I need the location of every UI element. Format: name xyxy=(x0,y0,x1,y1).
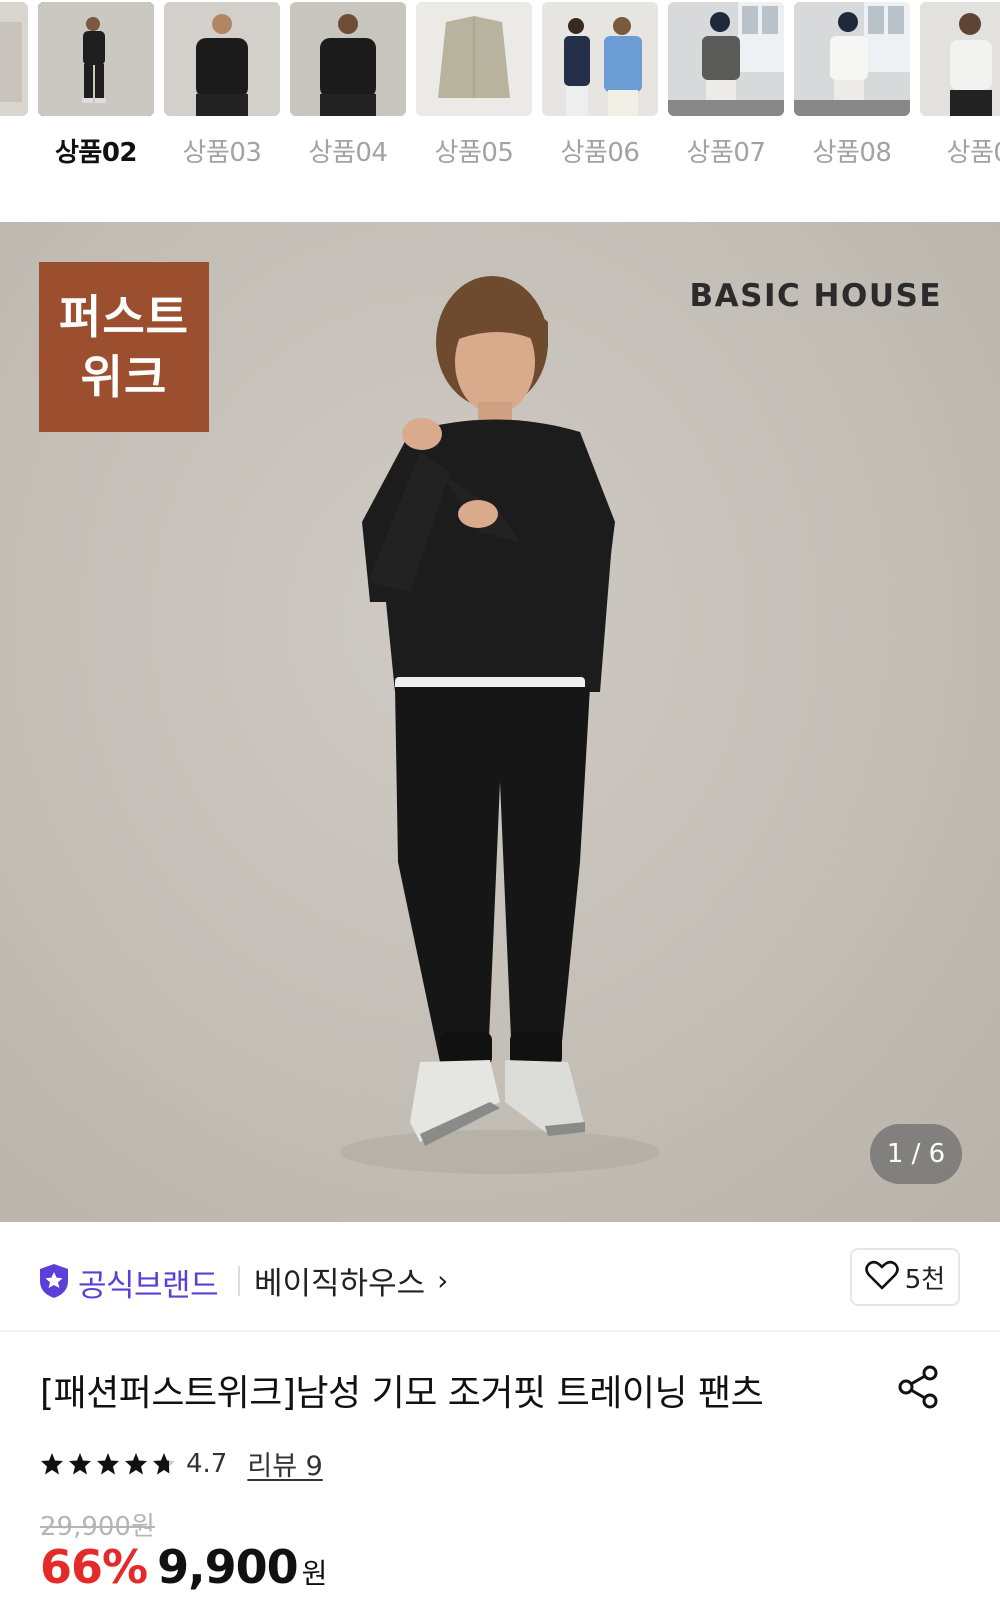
thumbnail-label: 상품04 xyxy=(308,138,388,168)
price-row: 66% 9,900 원 xyxy=(40,1540,327,1594)
rating-row: 4.7 리뷰 9 xyxy=(40,1444,323,1483)
thumbnail-label: 상품07 xyxy=(686,138,766,168)
thumbnail-item[interactable]: 상품03 xyxy=(164,2,280,169)
first-week-badge: 퍼스트 위크 xyxy=(39,262,209,432)
star-half-icon xyxy=(153,1452,175,1474)
rating-value: 4.7 xyxy=(186,1448,228,1479)
star-icon xyxy=(69,1452,91,1474)
thumbnail-image xyxy=(164,2,280,116)
thumbnail-item-active[interactable]: 상품02 xyxy=(38,2,154,169)
divider xyxy=(238,1266,240,1296)
thumbnail-label: 상품06 xyxy=(560,138,640,168)
thumbnail-image xyxy=(290,2,406,116)
original-price: 29,900원 xyxy=(40,1512,155,1542)
image-counter: 1 / 6 xyxy=(870,1124,962,1184)
thumbnail-image xyxy=(668,2,784,116)
thumbnail-item[interactable]: 상품07 xyxy=(668,2,784,169)
thumbnail-item[interactable]: 상품05 xyxy=(416,2,532,169)
thumbnail-image xyxy=(38,2,154,116)
review-link[interactable]: 리뷰 9 xyxy=(247,1444,322,1483)
thumbnail-item[interactable]: 상품08 xyxy=(794,2,910,169)
thumbnail-label: 상품0 xyxy=(946,138,1000,168)
star-rating xyxy=(40,1452,176,1476)
discount-rate: 66% xyxy=(40,1540,148,1594)
product-hero-image[interactable]: 퍼스트 위크 BASIC HOUSE 1 / 6 xyxy=(0,222,1000,1222)
star-icon xyxy=(125,1452,147,1474)
product-title: [패션퍼스트위크]남성 기모 조거핏 트레이닝 팬츠 xyxy=(40,1373,764,1414)
like-count: 5천 xyxy=(904,1264,946,1295)
chevron-right-icon: › xyxy=(437,1264,449,1297)
thumbnail-item[interactable]: 1 xyxy=(0,2,28,162)
thumbnail-item[interactable]: 상품04 xyxy=(290,2,406,169)
brand-name: 베이직하우스 xyxy=(254,1266,426,1302)
thumbnail-strip: 1 상품02 상품03 xyxy=(0,0,1000,182)
sale-price: 9,900 xyxy=(157,1540,299,1594)
thumbnail-label: 상품08 xyxy=(812,138,892,168)
like-button[interactable]: 5천 xyxy=(850,1248,960,1306)
star-icon xyxy=(41,1452,63,1474)
thumbnail-image xyxy=(542,2,658,116)
thumbnail-label: 상품03 xyxy=(182,138,262,168)
brand-row: 공식브랜드 베이직하우스 › 5천 xyxy=(0,1222,1000,1332)
brand-watermark: BASIC HOUSE xyxy=(689,278,942,314)
thumbnail-label: 1 xyxy=(0,132,28,162)
thumbnail-image xyxy=(416,2,532,116)
thumbnail-item[interactable]: 상품06 xyxy=(542,2,658,169)
thumbnail-item[interactable]: 상품0 xyxy=(920,2,1000,169)
shield-star-icon xyxy=(38,1263,70,1303)
thumbnail-image xyxy=(794,2,910,116)
share-icon[interactable] xyxy=(896,1364,942,1414)
thumbnail-label: 상품05 xyxy=(434,138,514,168)
heart-icon xyxy=(864,1260,899,1294)
thumbnail-image xyxy=(0,2,28,116)
thumbnail-image xyxy=(920,2,1000,116)
thumbnail-label: 상품02 xyxy=(54,138,138,168)
badge-text: 퍼스트 위크 xyxy=(59,290,189,404)
currency-unit: 원 xyxy=(301,1557,328,1590)
brand-link[interactable]: 베이직하우스 › xyxy=(254,1258,448,1303)
official-brand-label: 공식브랜드 xyxy=(78,1268,219,1304)
star-icon xyxy=(97,1452,119,1474)
official-brand-badge: 공식브랜드 xyxy=(38,1260,219,1305)
